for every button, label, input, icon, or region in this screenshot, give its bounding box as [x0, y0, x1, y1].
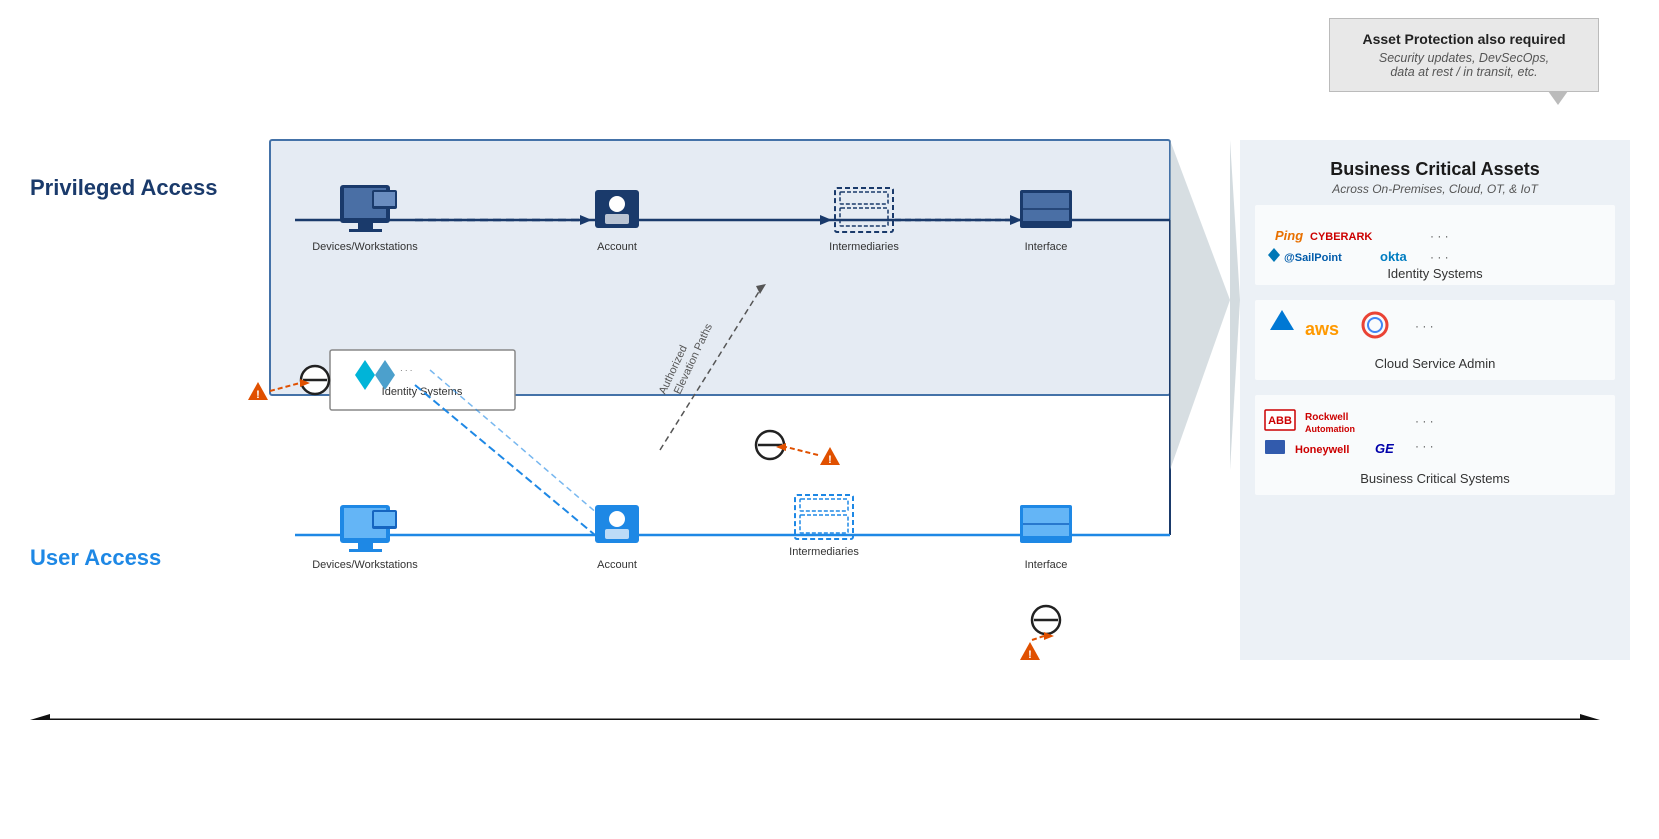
svg-text:· · ·: · · ·	[400, 366, 412, 375]
svg-text:Rockwell: Rockwell	[1305, 412, 1349, 423]
svg-text:!: !	[828, 454, 832, 466]
svg-text:· · ·: · · ·	[1430, 250, 1449, 264]
svg-text:· · ·: · · ·	[1415, 414, 1434, 428]
svg-text:Devices/Workstations: Devices/Workstations	[312, 559, 418, 571]
svg-text:aws: aws	[1305, 319, 1339, 339]
svg-text:GE: GE	[1375, 441, 1394, 456]
svg-text:Interface: Interface	[1025, 559, 1068, 571]
svg-text:!: !	[256, 389, 260, 401]
svg-text:User Access: User Access	[30, 545, 161, 570]
svg-text:Interface: Interface	[1025, 241, 1068, 253]
svg-text:Account: Account	[597, 559, 637, 571]
svg-text:Account: Account	[597, 241, 637, 253]
svg-text:· · ·: · · ·	[1415, 439, 1434, 453]
svg-text:· · ·: · · ·	[1415, 319, 1434, 333]
svg-text:Intermediaries: Intermediaries	[789, 546, 859, 558]
svg-text:@SailPoint: @SailPoint	[1284, 252, 1342, 264]
svg-text:okta: okta	[1380, 249, 1408, 264]
svg-text:Cloud Service Admin: Cloud Service Admin	[1375, 356, 1496, 371]
svg-text:Business Critical Systems: Business Critical Systems	[1360, 471, 1510, 486]
svg-text:Identity Systems: Identity Systems	[1387, 266, 1483, 281]
svg-text:Across On-Premises, Cloud, OT,: Across On-Premises, Cloud, OT, & IoT	[1331, 182, 1539, 196]
svg-text:Honeywell: Honeywell	[1295, 444, 1349, 456]
svg-text:CYBERARK: CYBERARK	[1310, 231, 1372, 243]
svg-text:Devices/Workstations: Devices/Workstations	[312, 241, 418, 253]
svg-text:Automation: Automation	[1305, 424, 1355, 434]
svg-text:Business Critical Assets: Business Critical Assets	[1330, 159, 1539, 179]
svg-text:· · ·: · · ·	[1430, 229, 1449, 243]
svg-text:!: !	[1028, 649, 1032, 661]
svg-text:Intermediaries: Intermediaries	[829, 241, 899, 253]
svg-text:ABB: ABB	[1268, 415, 1292, 427]
svg-text:Identity Systems: Identity Systems	[382, 386, 463, 398]
svg-text:Privileged Access: Privileged Access	[30, 175, 218, 200]
svg-text:Ping: Ping	[1275, 228, 1303, 243]
